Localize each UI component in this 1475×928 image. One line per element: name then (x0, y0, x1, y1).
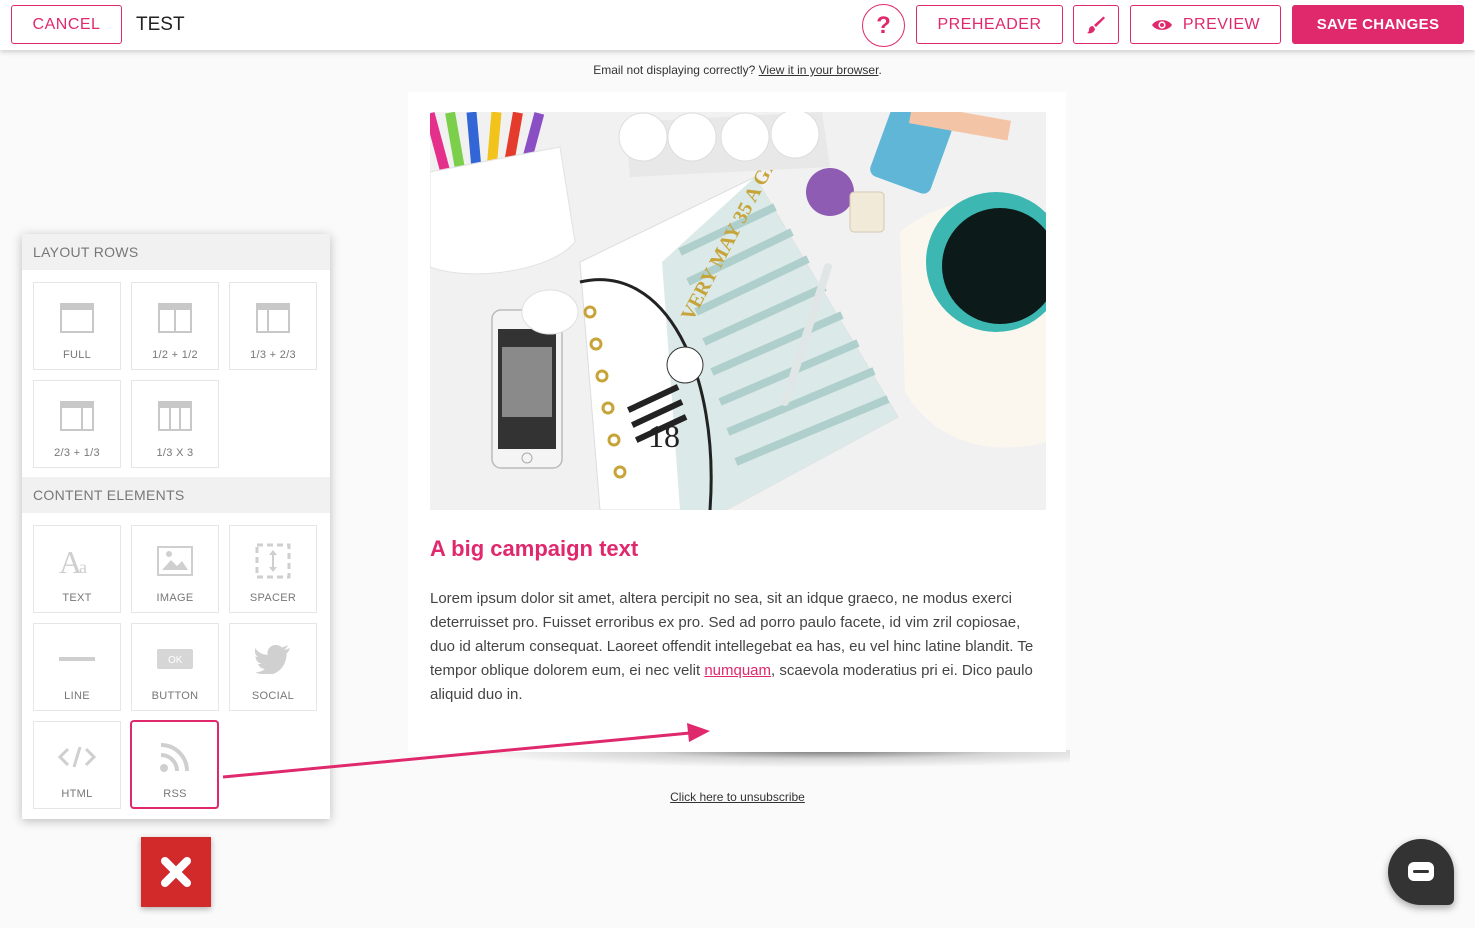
view-in-browser-link[interactable]: View it in your browser (759, 63, 879, 77)
layout-full-icon (60, 303, 94, 333)
layout-third-twothirds-label: 1/3 + 2/3 (250, 349, 296, 361)
html-element-tile[interactable]: HTML (33, 721, 121, 809)
close-panel-button[interactable] (141, 837, 211, 907)
layout-half-half-label: 1/2 + 1/2 (152, 349, 198, 361)
brush-icon (1087, 16, 1105, 33)
cancel-button[interactable]: CANCEL (11, 5, 122, 44)
save-changes-button[interactable]: SAVE CHANGES (1292, 5, 1464, 44)
layout-twothirds-third-tile[interactable]: 2/3 + 1/3 (33, 380, 121, 468)
unsubscribe-link[interactable]: Click here to unsubscribe (670, 790, 805, 804)
layout-thirds-label: 1/3 X 3 (156, 447, 194, 459)
content-elements-heading: CONTENT ELEMENTS (22, 477, 330, 513)
campaign-title: TEST (136, 14, 185, 35)
preview-button[interactable]: PREVIEW (1130, 5, 1281, 44)
chat-icon (1408, 862, 1434, 881)
mug-illustration (900, 192, 1046, 448)
line-element-tile[interactable]: LINE (33, 623, 121, 711)
line-icon (59, 657, 95, 661)
help-button[interactable]: ? (862, 4, 905, 47)
question-icon: ? (876, 11, 891, 39)
line-element-label: LINE (64, 690, 90, 702)
chat-widget-button[interactable] (1388, 839, 1454, 905)
social-element-tile[interactable]: SOCIAL (229, 623, 317, 711)
browser-notice-text: Email not displaying correctly? (593, 63, 756, 77)
layout-full-tile[interactable]: FULL (33, 282, 121, 370)
button-icon-text: OK (168, 655, 183, 666)
letter-balls-illustration (618, 112, 830, 177)
text-element-tile[interactable]: Aa TEXT (33, 525, 121, 613)
layout-half-half-icon (158, 303, 192, 333)
spacer-element-label: SPACER (249, 592, 297, 604)
browser-notice-end: . (878, 63, 882, 77)
text-element-label: TEXT (62, 592, 92, 604)
svg-text:a: a (79, 557, 87, 577)
spacer-element-tile[interactable]: SPACER (229, 525, 317, 613)
campaign-body-text[interactable]: Lorem ipsum dolor sit amet, altera perci… (430, 587, 1042, 707)
layout-thirds-tile[interactable]: 1/3 X 3 (131, 380, 219, 468)
image-element-label: IMAGE (156, 592, 194, 604)
layout-rows-heading: LAYOUT ROWS (22, 234, 330, 270)
button-element-tile[interactable]: OK BUTTON (131, 623, 219, 711)
layout-third-twothirds-tile[interactable]: 1/3 + 2/3 (229, 282, 317, 370)
code-icon (58, 746, 96, 768)
numquam-link[interactable]: numquam (704, 662, 771, 679)
design-button[interactable] (1073, 5, 1119, 44)
image-element-tile[interactable]: IMAGE (131, 525, 219, 613)
hero-illustration: 18 VERY MAY 35 A GIFT (430, 112, 1046, 510)
browser-notice: Email not displaying correctly? View it … (0, 63, 1475, 77)
image-icon (157, 546, 193, 576)
planner-number: 18 (648, 418, 680, 454)
email-shadow (450, 750, 1070, 768)
layout-twothirds-third-icon (60, 401, 94, 431)
layout-thirds-icon (158, 401, 192, 431)
campaign-headline[interactable]: A big campaign text (430, 536, 638, 562)
layout-twothirds-third-label: 2/3 + 1/3 (54, 447, 100, 459)
rss-highlight (130, 720, 219, 809)
html-element-label: HTML (61, 788, 93, 800)
button-element-label: BUTTON (151, 690, 199, 702)
eye-icon (1151, 19, 1172, 30)
hero-image[interactable]: 18 VERY MAY 35 A GIFT (430, 112, 1046, 510)
preheader-button[interactable]: PREHEADER (916, 5, 1063, 44)
close-icon (161, 857, 191, 887)
social-element-label: SOCIAL (251, 690, 295, 702)
spacer-icon (255, 543, 291, 579)
layout-full-label: FULL (62, 349, 92, 361)
preview-label: PREVIEW (1182, 15, 1261, 33)
button-icon: OK (157, 649, 193, 669)
twitter-bird-icon (255, 645, 290, 674)
layout-third-twothirds-icon (256, 303, 290, 333)
layout-half-half-tile[interactable]: 1/2 + 1/2 (131, 282, 219, 370)
top-toolbar: CANCEL TEST ? PREHEADER PREVIEW SAVE CHA… (0, 0, 1475, 50)
email-body[interactable]: 18 VERY MAY 35 A GIFT A big campaign tex… (408, 92, 1066, 752)
text-icon: Aa (59, 545, 87, 577)
